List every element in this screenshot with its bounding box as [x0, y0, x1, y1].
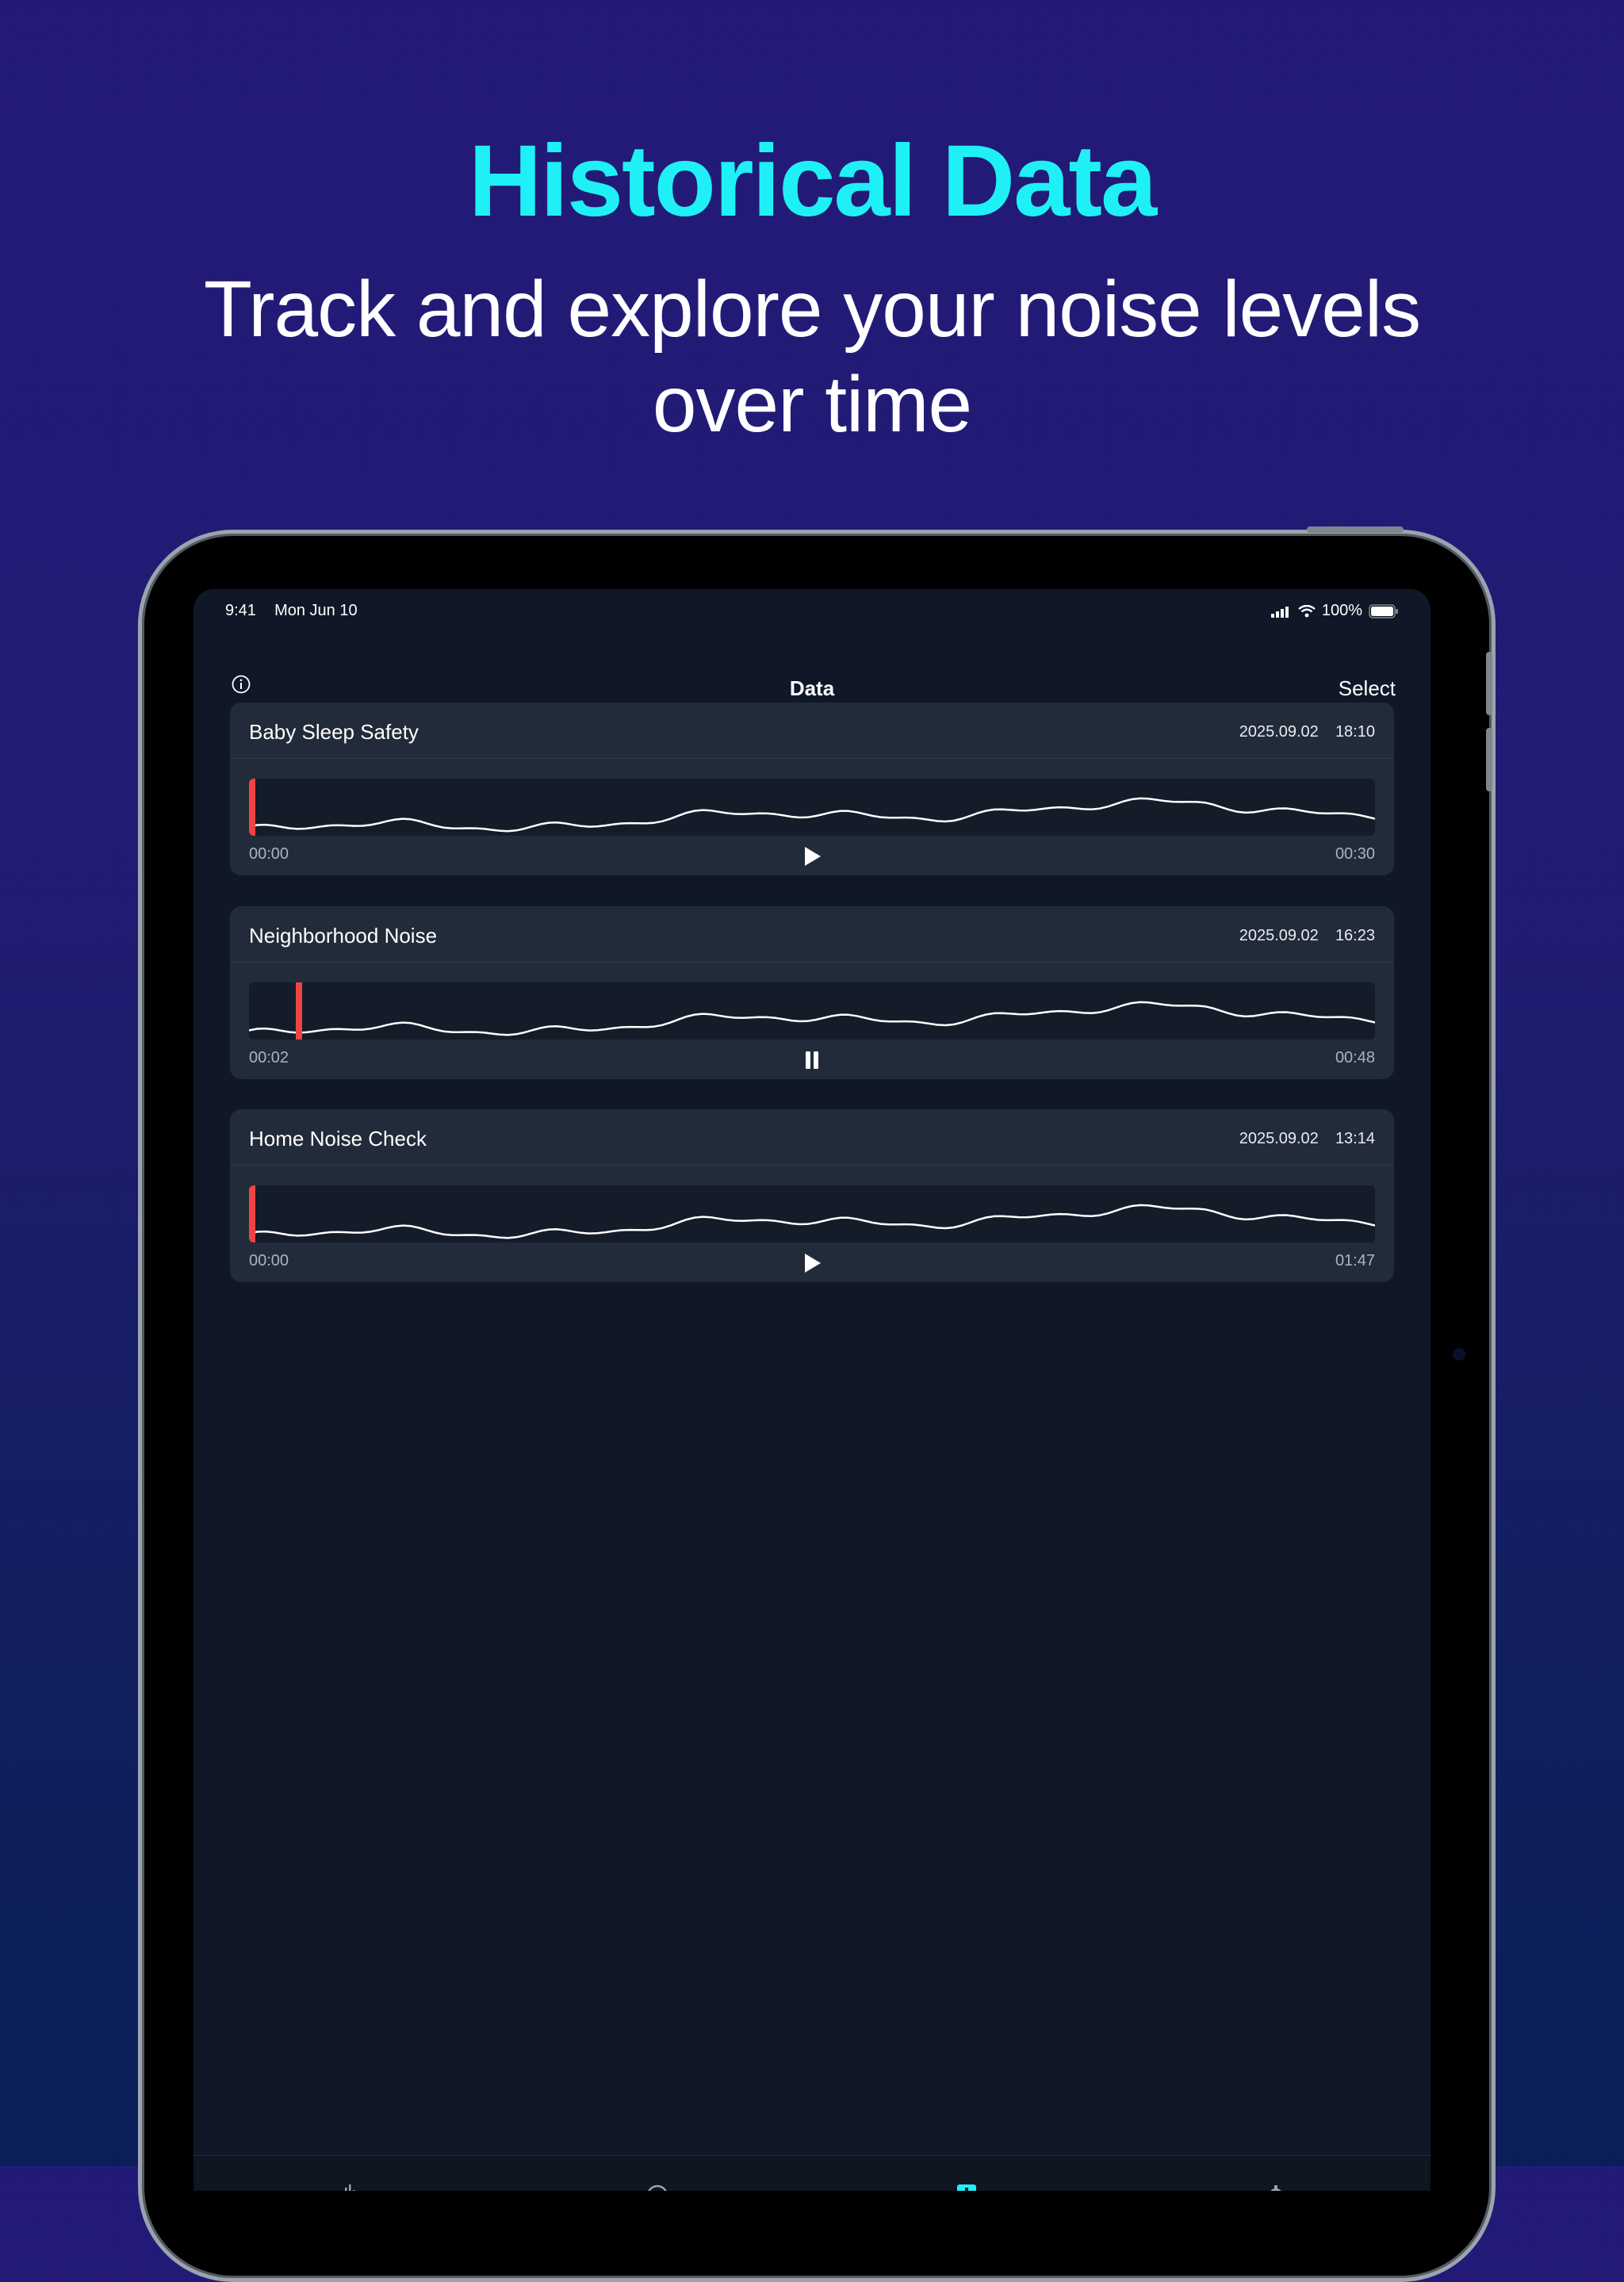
- status-left: 9:41 Mon Jun 10: [225, 602, 358, 620]
- select-button[interactable]: Select: [1339, 676, 1396, 701]
- recording-date: 2025.09.02: [1239, 723, 1319, 741]
- start-time: 00:02: [249, 1049, 289, 1066]
- card-header: Baby Sleep Safety 2025.09.02 18:10: [230, 703, 1394, 759]
- recording-card[interactable]: Neighborhood Noise 2025.09.02 16:23 00:0…: [230, 906, 1394, 1079]
- recording-date: 2025.09.02: [1239, 927, 1319, 944]
- waveform-icon[interactable]: [336, 2178, 360, 2191]
- waveform[interactable]: [249, 779, 1375, 836]
- playhead[interactable]: [249, 779, 255, 836]
- start-time: 00:00: [249, 1252, 289, 1269]
- pause-icon[interactable]: [801, 1049, 823, 1071]
- meter-icon[interactable]: [645, 2178, 669, 2191]
- recording-card[interactable]: Baby Sleep Safety 2025.09.02 18:10 00:00…: [230, 703, 1394, 875]
- camera-dot: [1453, 1348, 1465, 1361]
- battery-icon: [1369, 603, 1398, 618]
- app-screen: 9:41 Mon Jun 10 100% Data Select Baby Sl…: [193, 589, 1431, 2191]
- recording-name: Neighborhood Noise: [249, 924, 438, 948]
- tab-bar: [193, 2155, 1431, 2191]
- end-time: 00:48: [1335, 1049, 1375, 1066]
- card-header: Neighborhood Noise 2025.09.02 16:23: [230, 906, 1394, 963]
- waveform-line: [249, 1001, 1375, 1036]
- recording-time: 18:10: [1335, 723, 1375, 741]
- page-title: Data: [789, 676, 835, 700]
- recording-datetime: 2025.09.02 13:14: [1239, 1130, 1375, 1148]
- recording-name: Home Noise Check: [249, 1127, 427, 1151]
- waveform[interactable]: [249, 982, 1375, 1040]
- status-right: 100%: [1270, 602, 1399, 620]
- volume-down-button: [1486, 728, 1492, 791]
- card-header: Home Noise Check 2025.09.02 13:14: [230, 1109, 1394, 1166]
- settings-icon[interactable]: [1264, 2178, 1288, 2191]
- recording-time: 16:23: [1335, 927, 1375, 944]
- top-button: [1307, 526, 1404, 533]
- battery-percent: 100%: [1321, 602, 1362, 619]
- headline: Historical Data: [468, 124, 1157, 238]
- play-icon[interactable]: [801, 1252, 823, 1274]
- recording-time: 13:14: [1335, 1130, 1375, 1147]
- data-icon[interactable]: [955, 2178, 979, 2191]
- subheadline: Track and explore your noise levels over…: [203, 265, 1421, 449]
- status-time: 9:41: [225, 602, 256, 619]
- signal-icon: [1270, 606, 1289, 618]
- waveform[interactable]: [249, 1185, 1375, 1242]
- status-date: Mon Jun 10: [274, 602, 358, 619]
- playhead[interactable]: [295, 982, 302, 1040]
- recording-datetime: 2025.09.02 18:10: [1239, 723, 1375, 741]
- recording-datetime: 2025.09.02 16:23: [1239, 927, 1375, 945]
- recording-name: Baby Sleep Safety: [249, 720, 419, 744]
- recording-date: 2025.09.02: [1239, 1130, 1319, 1147]
- play-icon[interactable]: [801, 845, 823, 867]
- waveform-line: [249, 1204, 1375, 1239]
- end-time: 00:30: [1335, 845, 1375, 863]
- start-time: 00:00: [249, 845, 289, 863]
- wifi-icon: [1298, 604, 1316, 617]
- end-time: 01:47: [1335, 1252, 1375, 1269]
- status-bar: 9:41 Mon Jun 10 100%: [225, 602, 1399, 626]
- volume-up-button: [1486, 652, 1492, 715]
- playhead[interactable]: [249, 1185, 255, 1242]
- recording-card[interactable]: Home Noise Check 2025.09.02 13:14 00:00 …: [230, 1109, 1394, 1282]
- waveform-line: [249, 797, 1375, 833]
